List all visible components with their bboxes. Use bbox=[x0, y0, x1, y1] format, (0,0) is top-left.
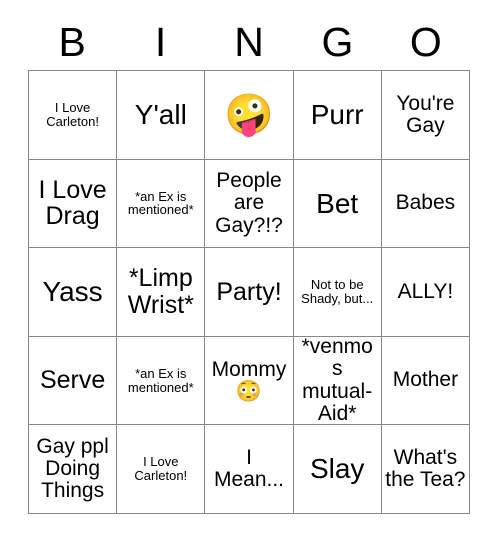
bingo-cell-r1-c3[interactable]: Bet bbox=[293, 159, 382, 249]
bingo-cell-content: People are Gay?!? bbox=[208, 169, 289, 237]
bingo-cell-r4-c3[interactable]: Slay bbox=[293, 425, 382, 514]
bingo-cell-r2-c0[interactable]: Yass bbox=[29, 248, 118, 337]
bingo-cell-content: Bet bbox=[297, 187, 378, 219]
bingo-cell-label: *an Ex is mentioned* bbox=[127, 188, 194, 218]
bingo-cell-label: Y'all bbox=[134, 98, 187, 130]
bingo-cell-label: I Love Carleton! bbox=[46, 100, 99, 129]
bingo-cell-content: Mother bbox=[385, 368, 466, 392]
bingo-cell-r3-c2[interactable]: Mommy 😳 bbox=[205, 336, 294, 426]
bingo-cell-label: *venmos mutual-Aid* bbox=[301, 336, 373, 425]
bingo-cell-r0-c4[interactable]: You're Gay bbox=[381, 71, 470, 160]
bingo-cell-content: *Limp Wrist* bbox=[120, 265, 201, 318]
bingo-cell-r4-c1[interactable]: I Love Carleton! bbox=[117, 425, 206, 514]
bingo-cell-content: Babes bbox=[385, 191, 466, 215]
bingo-cell-content: Yass bbox=[32, 277, 113, 307]
bingo-cell-label: I Love Carleton! bbox=[134, 454, 188, 484]
bingo-cell-r3-c3[interactable]: *venmos mutual-Aid* bbox=[293, 336, 382, 426]
bingo-cell-content: *venmos mutual-Aid* bbox=[297, 337, 378, 425]
bingo-cell-label: Serve bbox=[39, 366, 106, 395]
bingo-cell-label: *an Ex is mentioned* bbox=[127, 365, 194, 395]
bingo-cell-label: Purr bbox=[310, 98, 364, 130]
bingo-cell-content: ALLY! bbox=[385, 279, 466, 303]
bingo-cell-r3-c0[interactable]: Serve bbox=[29, 336, 118, 426]
bingo-cell-r3-c4[interactable]: Mother bbox=[381, 336, 470, 426]
bingo-cell-label: What's the Tea? bbox=[385, 445, 466, 492]
bingo-cell-label: Mommy bbox=[211, 357, 287, 381]
bingo-cell-label: You're Gay bbox=[396, 91, 455, 137]
bingo-header-letter-1: I bbox=[154, 18, 167, 65]
bingo-cell-label: *Limp Wrist* bbox=[127, 264, 194, 319]
bingo-cell-content: 🤪 bbox=[208, 95, 289, 135]
bingo-header-letter-2: N bbox=[234, 18, 264, 65]
bingo-cell-r1-c0[interactable]: I Love Drag bbox=[29, 159, 118, 249]
bingo-cell-content: I Mean... bbox=[208, 445, 289, 492]
bingo-cell-label: I Mean... bbox=[213, 445, 285, 492]
bingo-cell-label: Yass bbox=[42, 276, 103, 308]
bingo-cell-content: Serve bbox=[32, 367, 113, 394]
bingo-cell-content: Y'all bbox=[120, 100, 201, 130]
bingo-header-letter-3: G bbox=[321, 18, 354, 65]
bingo-cell-r4-c4[interactable]: What's the Tea? bbox=[381, 425, 470, 514]
bingo-cell-label: ALLY! bbox=[397, 279, 454, 303]
bingo-cell-content: Party! bbox=[208, 279, 289, 306]
bingo-cell-r0-c2[interactable]: 🤪 bbox=[205, 71, 294, 160]
bingo-header: BINGO bbox=[28, 14, 470, 70]
bingo-cell-content: Purr bbox=[297, 100, 378, 130]
bingo-cell-label: Not to be Shady, but... bbox=[301, 277, 374, 306]
bingo-cell-r1-c2[interactable]: People are Gay?!? bbox=[205, 159, 294, 249]
bingo-cell-content: Not to be Shady, but... bbox=[297, 278, 378, 306]
bingo-cell-label: I Love Drag bbox=[38, 175, 107, 231]
bingo-cell-r0-c1[interactable]: Y'all bbox=[117, 71, 206, 160]
bingo-cell-r2-c4[interactable]: ALLY! bbox=[381, 248, 470, 337]
bingo-card: B I N G O I Love Carleton! Y'all 🤪 Purr You're G… bbox=[28, 14, 470, 514]
bingo-cell-content: I Love Carleton! bbox=[120, 455, 201, 483]
bingo-cell-label: Bet bbox=[316, 187, 359, 219]
bingo-cell-r0-c3[interactable]: Purr bbox=[293, 71, 382, 160]
bingo-cell-content: You're Gay bbox=[385, 91, 466, 138]
flushed-face-icon: 😳 bbox=[235, 380, 263, 404]
bingo-header-letter-4: O bbox=[409, 18, 442, 65]
bingo-cell-content: I Love Drag bbox=[32, 177, 113, 230]
bingo-cell-label: Babes bbox=[395, 191, 456, 215]
bingo-cell-content: Gay ppl Doing Things bbox=[32, 434, 113, 503]
bingo-cell-content: *an Ex is mentioned* bbox=[120, 188, 201, 218]
bingo-cell-label: Mother bbox=[392, 368, 459, 392]
bingo-cell-r0-c0[interactable]: I Love Carleton! bbox=[29, 71, 118, 160]
bingo-cell-r1-c4[interactable]: Babes bbox=[381, 159, 470, 249]
bingo-cell-r3-c1[interactable]: *an Ex is mentioned* bbox=[117, 336, 206, 426]
bingo-cell-label: Gay ppl Doing Things bbox=[36, 434, 109, 503]
bingo-cell-r4-c2[interactable]: I Mean... bbox=[205, 425, 294, 514]
bingo-cell-content: What's the Tea? bbox=[385, 445, 466, 492]
bingo-cell-label: Party! bbox=[216, 277, 282, 306]
bingo-cell-label: People are Gay?!? bbox=[215, 169, 283, 237]
bingo-cell-r2-c2[interactable]: Party! bbox=[205, 248, 294, 337]
bingo-grid: I Love Carleton! Y'all 🤪 Purr You're Gay I Lo… bbox=[28, 70, 470, 514]
bingo-cell-content: Mommy 😳 bbox=[208, 357, 289, 404]
bingo-cell-r1-c1[interactable]: *an Ex is mentioned* bbox=[117, 159, 206, 249]
zany-face-icon: 🤪 bbox=[224, 92, 274, 137]
bingo-cell-label: Slay bbox=[309, 453, 365, 485]
bingo-cell-r2-c1[interactable]: *Limp Wrist* bbox=[117, 248, 206, 337]
bingo-cell-content: *an Ex is mentioned* bbox=[120, 367, 201, 395]
bingo-cell-r4-c0[interactable]: Gay ppl Doing Things bbox=[29, 425, 118, 514]
bingo-cell-r2-c3[interactable]: Not to be Shady, but... bbox=[293, 248, 382, 337]
bingo-header-letter-0: B bbox=[58, 18, 86, 65]
bingo-cell-content: I Love Carleton! bbox=[32, 101, 113, 129]
bingo-cell-content: Slay bbox=[297, 454, 378, 484]
